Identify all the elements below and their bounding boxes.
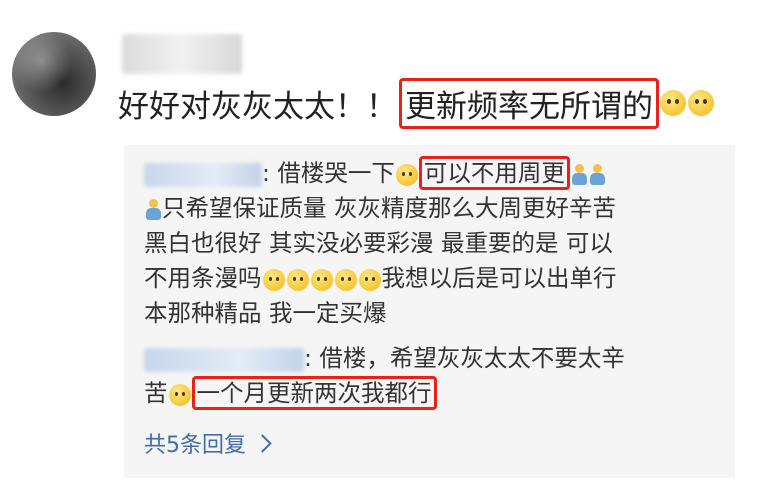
username-blurred[interactable] [122,34,242,74]
loudly-crying-face-icon [168,383,191,406]
reply-1-line-4-end: 我想以后是可以出单行 [381,264,617,292]
reply-1-line-5: 本那种精品 我一定买爆 [144,299,387,327]
reply-2-line-2-start: 苦 [144,379,168,407]
crying-face-icon [395,163,418,186]
person-icon [570,163,588,187]
reply-username-blurred[interactable] [144,162,262,187]
reply-item-2: : 借楼，希望灰灰太太不要太辛 苦一个月更新两次我都行 [144,341,625,411]
chevron-right-icon[interactable] [253,433,272,453]
person-icon [588,163,606,187]
reply-1-line-2: 只希望保证质量 灰灰精度那么大周更好辛苦 [162,194,616,222]
pleading-face-icon [660,90,686,116]
comment-text-before: 好好对灰灰太太！！ [118,88,397,125]
reply-1-line-4-start: 不用条漫吗 [144,264,262,292]
sleepy-face-icon [334,268,357,291]
reply-item-1: : 借楼哭一下 可以不用周更 只希望保证质量 灰灰精度那么大周更好辛苦 黑白也很好… [144,156,617,331]
comment-text: 好好对灰灰太太！！ 更新频率无所谓的 [118,77,715,129]
reply-1-line-3: 黑白也很好 其实没必要彩漫 最重要的是 可以 [144,229,613,257]
sleepy-face-icon [262,268,285,291]
sleepy-face-icon [286,268,309,291]
user-avatar[interactable] [12,32,96,116]
reply-1-highlight: 可以不用周更 [418,156,570,190]
pleading-face-icon [688,90,714,116]
reply-username-blurred[interactable] [144,347,304,372]
comment-highlight: 更新频率无所谓的 [399,77,659,129]
reply-1-text-start: : 借楼哭一下 [262,159,395,187]
sleepy-face-icon [358,268,381,291]
reply-2-highlight: 一个月更新两次我都行 [191,376,437,410]
replies-panel: : 借楼哭一下 可以不用周更 只希望保证质量 灰灰精度那么大周更好辛苦 黑白也很好… [124,145,735,478]
sleepy-face-icon [310,268,333,291]
view-more-replies-link[interactable]: 共5条回复 [144,427,272,459]
reply-2-line-1: : 借楼，希望灰灰太太不要太辛 [304,344,625,372]
person-icon [144,198,162,222]
more-replies-label[interactable]: 共5条回复 [144,427,246,459]
